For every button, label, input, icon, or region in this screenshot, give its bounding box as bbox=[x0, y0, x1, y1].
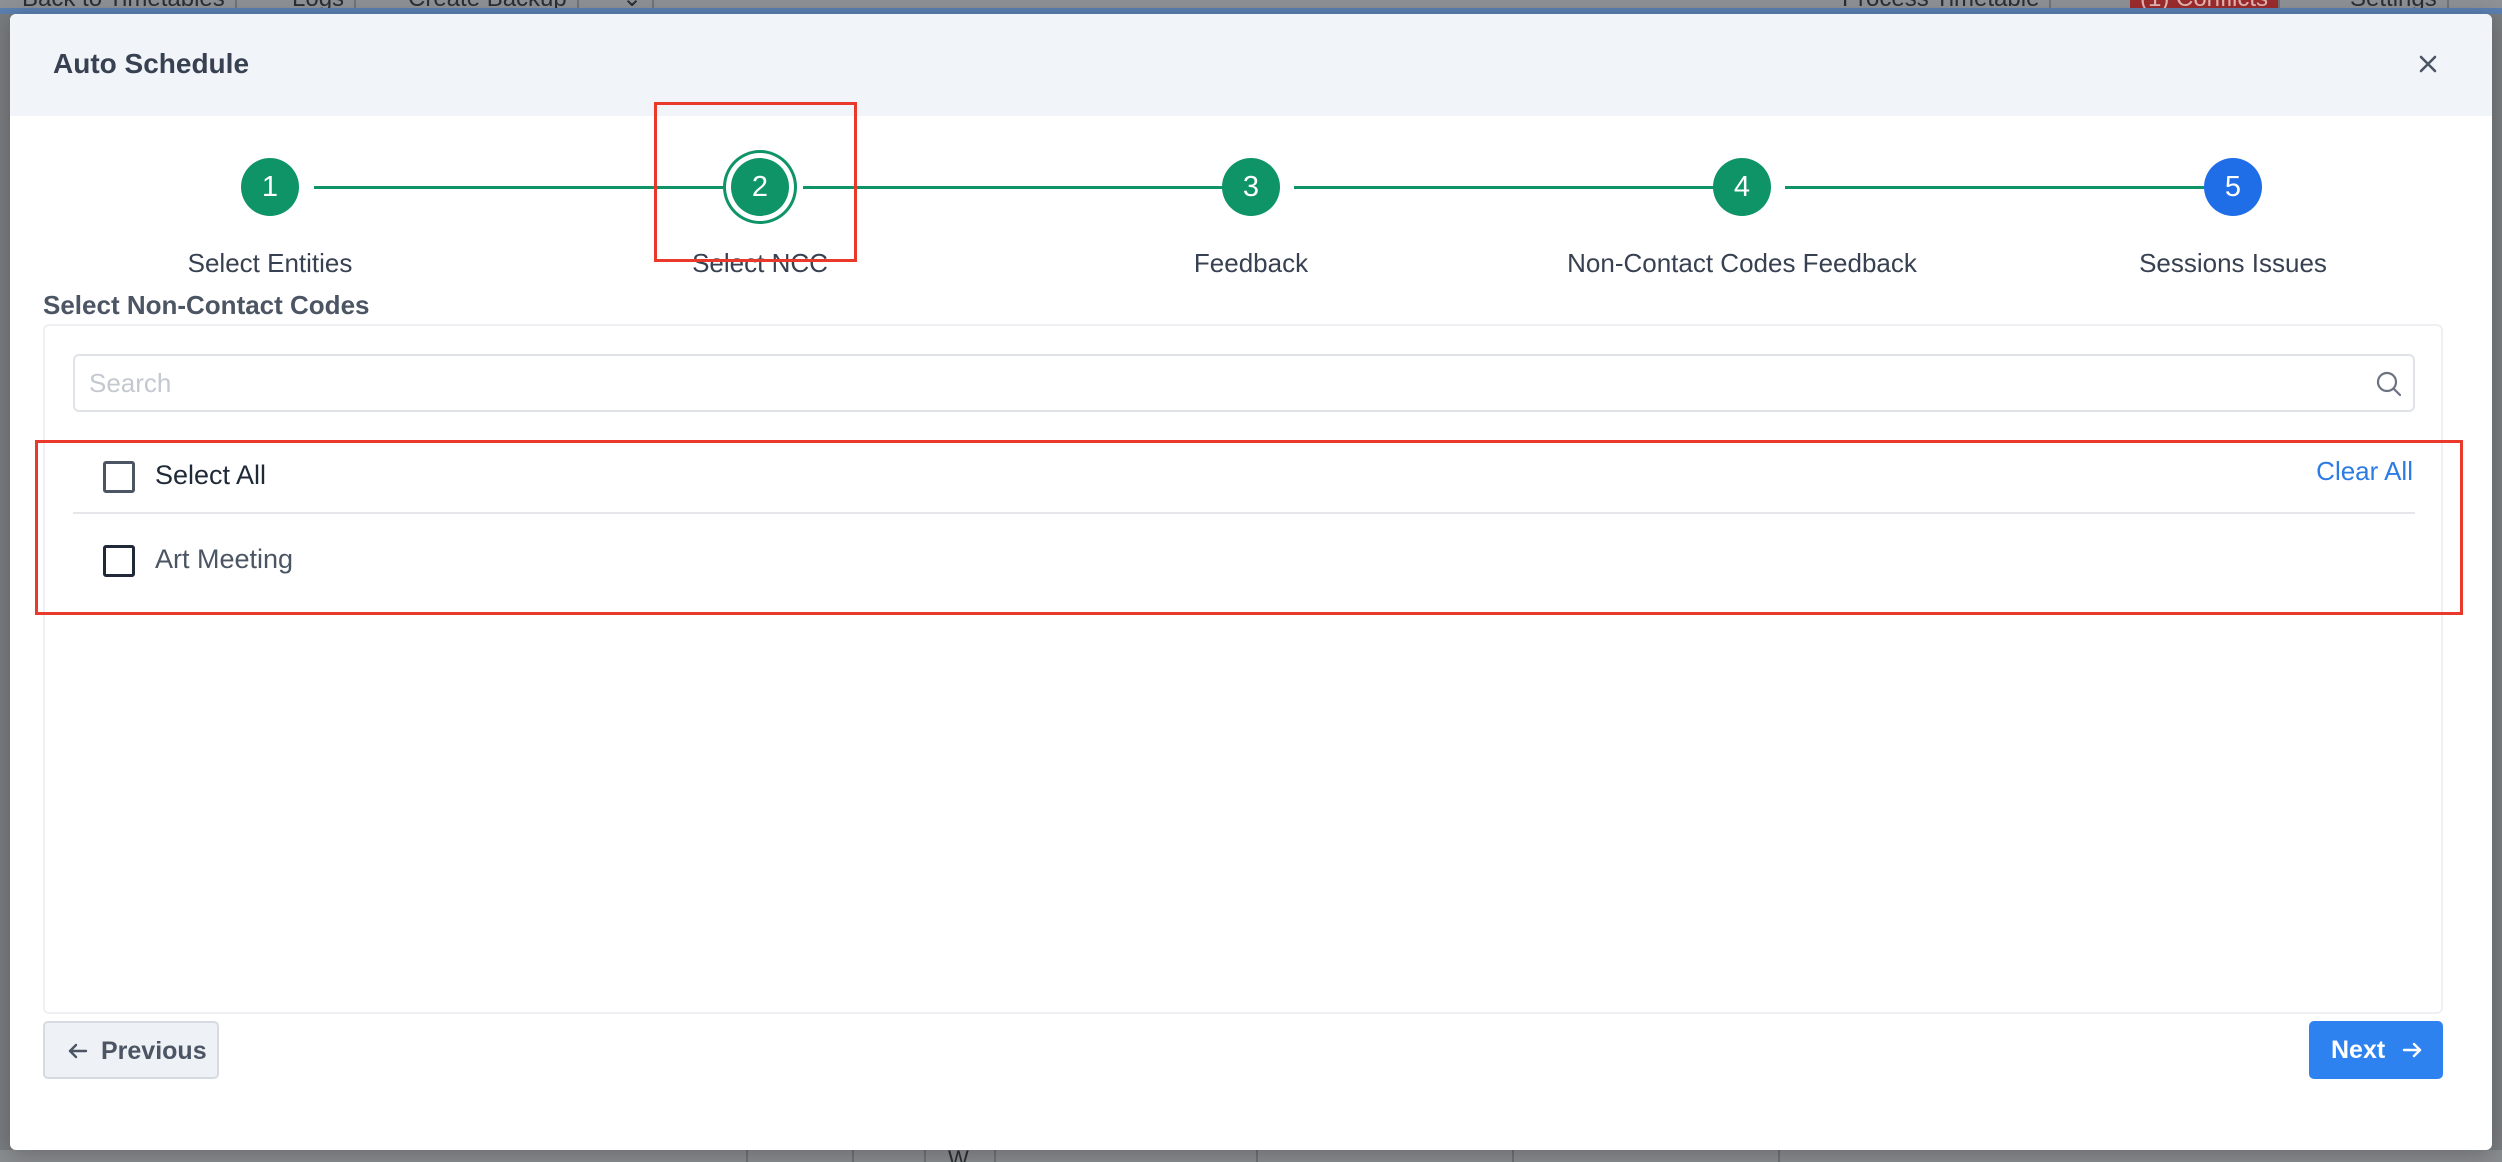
grid-cell bbox=[924, 1150, 926, 1162]
previous-button[interactable]: Previous bbox=[43, 1021, 219, 1079]
step-connector bbox=[1785, 186, 2210, 189]
grid-cell bbox=[852, 1150, 854, 1162]
next-button[interactable]: Next bbox=[2309, 1021, 2443, 1079]
search-field[interactable] bbox=[73, 354, 2415, 412]
modal-header: Auto Schedule bbox=[10, 14, 2492, 116]
step-5-circle[interactable]: 5 bbox=[2204, 158, 2262, 216]
step-1-label: Select Entities bbox=[187, 248, 353, 278]
ncc-list-panel bbox=[43, 324, 2443, 1014]
step-connector bbox=[1294, 186, 1719, 189]
clear-all-link[interactable]: Clear All bbox=[2316, 456, 2413, 487]
search-input[interactable] bbox=[89, 356, 2329, 410]
grid-day-letter: W bbox=[948, 1150, 969, 1162]
close-button[interactable] bbox=[2410, 46, 2446, 82]
wizard-stepper: 1 2 3 4 5 Select Entities Select NCC Fee… bbox=[10, 116, 2492, 296]
select-all-label[interactable]: Select All bbox=[155, 460, 266, 491]
step-2-label: Select NCC bbox=[692, 248, 828, 278]
step-4-circle[interactable]: 4 bbox=[1713, 158, 1771, 216]
step-connector bbox=[803, 186, 1228, 189]
list-item-label[interactable]: Art Meeting bbox=[155, 544, 293, 575]
arrow-left-icon bbox=[68, 1043, 88, 1059]
art-meeting-checkbox[interactable] bbox=[103, 545, 135, 577]
step-5-label: Sessions Issues bbox=[2139, 248, 2327, 278]
background-grid: W bbox=[0, 1150, 2502, 1162]
step-connector bbox=[314, 186, 737, 189]
grid-cell bbox=[1256, 1150, 1258, 1162]
arrow-right-icon bbox=[2402, 1042, 2422, 1058]
list-item: Art Meeting bbox=[73, 516, 2415, 594]
grid-cell bbox=[1778, 1150, 1780, 1162]
step-3-label: Feedback bbox=[1193, 248, 1309, 278]
grid-cell bbox=[1512, 1150, 1514, 1162]
modal-title: Auto Schedule bbox=[53, 48, 250, 79]
grid-cell bbox=[746, 1150, 748, 1162]
previous-button-label: Previous bbox=[101, 1037, 207, 1065]
select-all-checkbox[interactable] bbox=[103, 461, 135, 493]
step-3-circle[interactable]: 3 bbox=[1222, 158, 1280, 216]
grid-cell bbox=[994, 1150, 996, 1162]
step-4-label: Non-Contact Codes Feedback bbox=[1567, 248, 1917, 278]
step-1-circle[interactable]: 1 bbox=[241, 158, 299, 216]
close-icon bbox=[2419, 55, 2437, 73]
search-icon[interactable] bbox=[2373, 368, 2405, 400]
step-2-circle[interactable]: 2 bbox=[731, 158, 789, 216]
select-all-row: Select All Clear All bbox=[73, 440, 2415, 514]
section-title: Select Non-Contact Codes bbox=[43, 290, 370, 320]
next-button-label: Next bbox=[2331, 1036, 2386, 1064]
